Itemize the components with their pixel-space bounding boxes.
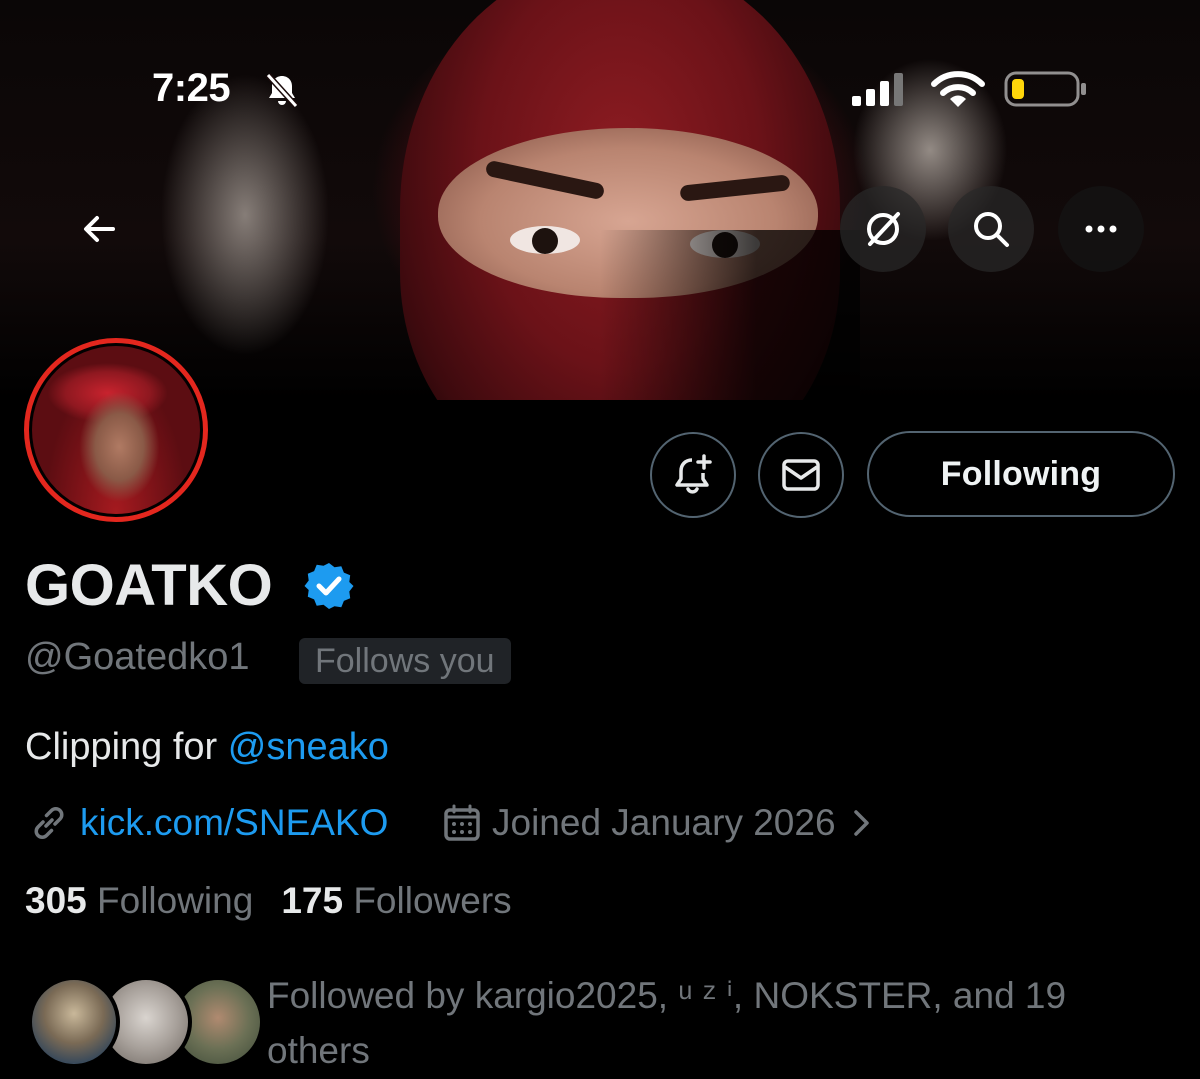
- following-stat[interactable]: 305 Following: [25, 880, 253, 922]
- followers-stat[interactable]: 175 Followers: [281, 880, 511, 922]
- back-button[interactable]: [56, 186, 142, 272]
- banner-eye-left: [510, 226, 580, 254]
- followers-count: 175: [281, 880, 344, 921]
- bio-mention-link[interactable]: @sneako: [228, 726, 389, 768]
- notifications-button[interactable]: [650, 432, 736, 518]
- battery-low-icon: [1004, 71, 1086, 107]
- profile-bio: Clipping for @sneako: [25, 726, 389, 769]
- avatar-ring: [24, 338, 208, 522]
- profile-stats: 305 Following 175 Followers: [25, 880, 512, 922]
- banner-shadow: [600, 230, 860, 400]
- following-button[interactable]: Following: [867, 431, 1175, 517]
- joined-date[interactable]: Joined January 2026: [442, 800, 888, 846]
- search-button[interactable]: [948, 186, 1034, 272]
- bell-plus-icon: [675, 454, 712, 494]
- following-label: Following: [97, 880, 254, 921]
- bell-slash-icon: [265, 72, 299, 109]
- verified-badge-icon[interactable]: [303, 560, 355, 612]
- wifi-icon: [931, 71, 985, 107]
- followers-label: Followers: [353, 880, 512, 921]
- mail-icon: [782, 459, 820, 491]
- grok-icon: [867, 212, 900, 246]
- grok-button[interactable]: [840, 186, 926, 272]
- search-icon: [974, 212, 1009, 247]
- mutual-avatar: [28, 976, 120, 1068]
- following-count: 305: [25, 880, 87, 921]
- arrow-left-icon: [84, 216, 115, 242]
- followed-by-text[interactable]: Followed by kargio2025, ᵘ ᶻ ⁱ, NOKSTER, …: [267, 968, 1147, 1078]
- more-options-button[interactable]: [1058, 186, 1144, 272]
- display-name: GOATKO: [25, 553, 273, 618]
- cellular-signal-icon: [852, 73, 903, 106]
- more-horizontal-icon: [1085, 225, 1117, 233]
- mutual-followers-avatars[interactable]: [28, 976, 264, 1068]
- joined-text: Joined January 2026: [492, 802, 836, 843]
- bio-text: Clipping for: [25, 726, 228, 768]
- website-link[interactable]: kick.com/SNEAKO: [28, 800, 388, 846]
- calendar-icon: [444, 804, 480, 841]
- website-text[interactable]: kick.com/SNEAKO: [80, 802, 388, 844]
- status-bar-time: 7:25: [152, 66, 231, 110]
- profile-handle: @Goatedko1: [25, 636, 250, 678]
- link-icon: [34, 807, 64, 839]
- chevron-right-icon: [853, 810, 869, 836]
- follows-you-badge: Follows you: [299, 638, 511, 684]
- message-button[interactable]: [758, 432, 844, 518]
